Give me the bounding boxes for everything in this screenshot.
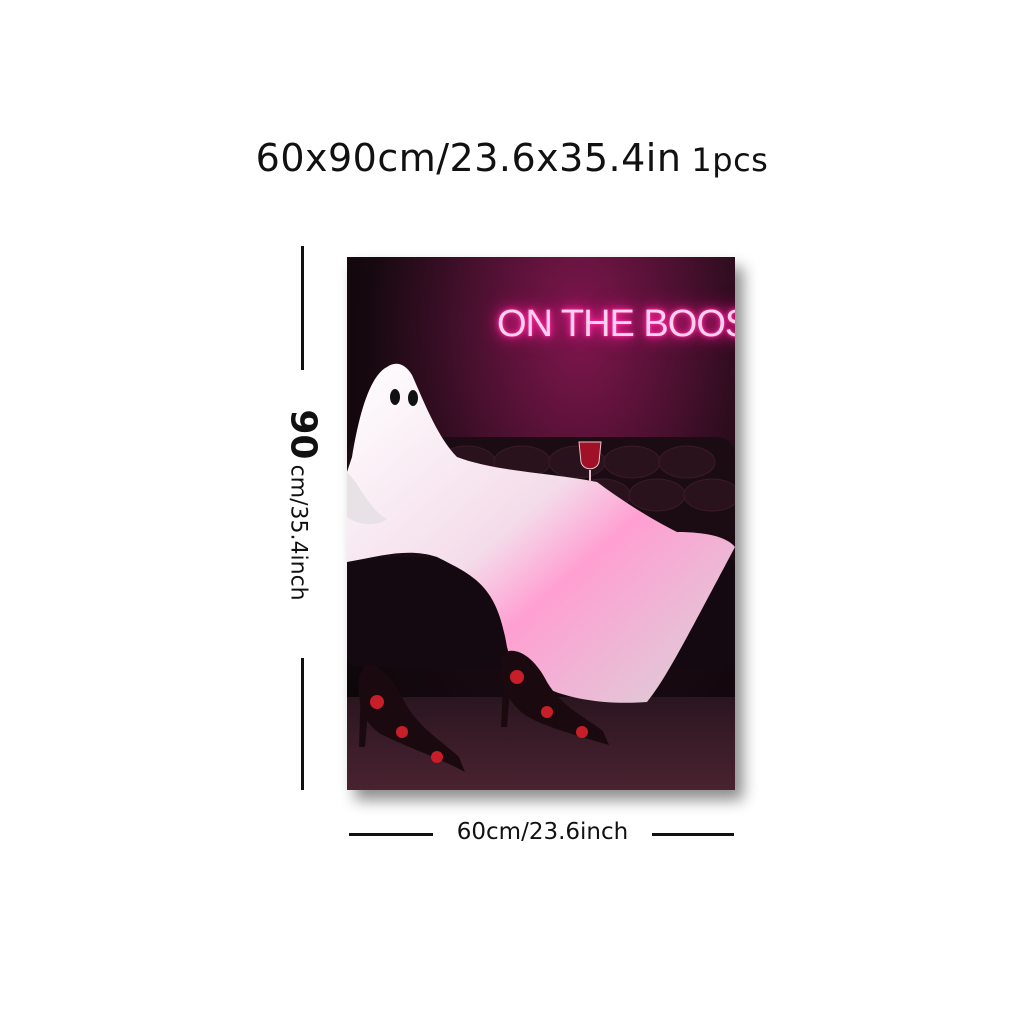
height-dimension-label: 90 cm/35.4inch: [283, 409, 324, 600]
width-dimension-line-right: [652, 833, 734, 836]
neon-sign-text: ON THE BOOS: [497, 303, 735, 345]
canvas-poster: ON THE BOOS: [347, 257, 735, 790]
size-headline: 60x90cm/23.6x35.4in 1pcs: [0, 136, 1024, 180]
width-dimension-label: 60cm/23.6inch: [456, 819, 629, 845]
size-text: 60x90cm/23.6x35.4in: [255, 136, 682, 180]
height-value: 90: [282, 409, 324, 460]
height-dimension-line-bottom: [301, 658, 304, 790]
width-dimension-line-left: [349, 833, 433, 836]
quantity-text: 1pcs: [691, 141, 769, 179]
height-dimension-line-top: [301, 246, 304, 370]
height-unit-label: cm/35.4inch: [285, 464, 311, 601]
